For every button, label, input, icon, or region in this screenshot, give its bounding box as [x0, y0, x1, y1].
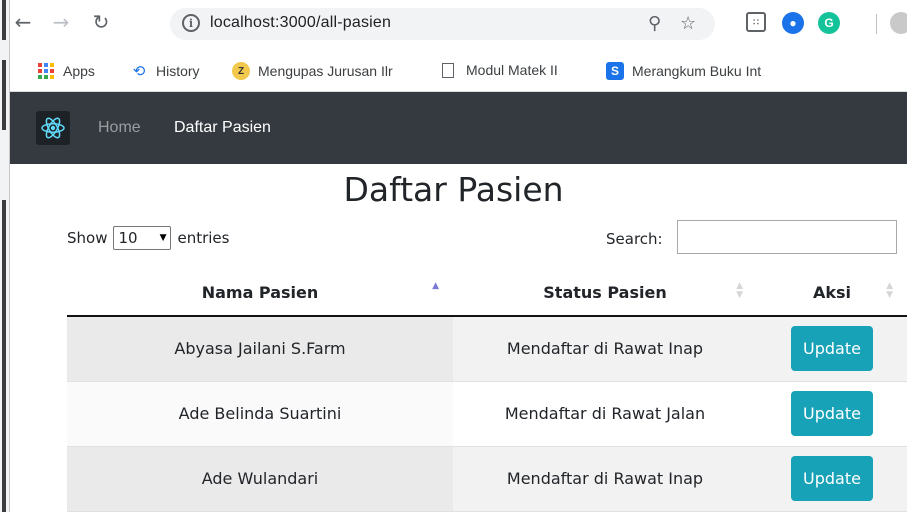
- bookmark-merangkum[interactable]: S Merangkum Buku Int: [606, 62, 806, 80]
- table-row: Ade Wulandari Mendaftar di Rawat Inap Up…: [67, 446, 907, 512]
- sort-both-icon: ▲ ▼: [736, 281, 743, 300]
- sort-asc-icon: ▲: [432, 281, 439, 291]
- extension-translate-icon[interactable]: ●: [782, 12, 804, 34]
- entries-label: entries: [177, 229, 230, 247]
- window-edge: [0, 0, 10, 512]
- browser-toolbar: ← → ↻ i localhost:3000/all-pasien ⚲ ☆ ∷ …: [10, 0, 907, 52]
- bookmark-label: Apps: [63, 63, 95, 79]
- column-header-nama-pasien[interactable]: Nama Pasien ▲: [67, 270, 453, 317]
- cell-aksi: Update: [757, 316, 907, 382]
- nav-link-home[interactable]: Home: [98, 119, 141, 137]
- update-button[interactable]: Update: [791, 326, 873, 372]
- app-navbar: Home Daftar Pasien: [10, 92, 907, 164]
- document-icon: [442, 62, 454, 78]
- show-label: Show: [67, 229, 108, 247]
- apps-grid-icon: [37, 62, 55, 80]
- reload-icon[interactable]: ↻: [90, 10, 112, 34]
- cell-status: Mendaftar di Rawat Jalan: [453, 381, 757, 447]
- grammarly-icon[interactable]: G: [818, 12, 840, 34]
- patient-table: Nama Pasien ▲ Status Pasien ▲ ▼ Aksi ▲ ▼ A…: [67, 270, 907, 512]
- forward-icon[interactable]: →: [50, 10, 72, 34]
- url-text[interactable]: localhost:3000/all-pasien: [210, 14, 391, 32]
- cell-status: Mendaftar di Rawat Inap: [453, 446, 757, 512]
- address-bar[interactable]: i localhost:3000/all-pasien ⚲ ☆: [170, 8, 715, 40]
- cell-nama: Ade Belinda Suartini: [67, 381, 453, 447]
- bookmark-label: Modul Matek II: [466, 62, 558, 78]
- cell-nama: Abyasa Jailani S.Farm: [67, 316, 453, 382]
- react-logo-icon[interactable]: [36, 111, 70, 145]
- site-info-icon[interactable]: i: [182, 14, 200, 32]
- dropdown-arrow-icon: ▼: [159, 233, 167, 243]
- column-header-aksi[interactable]: Aksi ▲ ▼: [757, 270, 907, 317]
- table-row: Ade Belinda Suartini Mendaftar di Rawat …: [67, 381, 907, 447]
- bookmark-label: History: [156, 63, 200, 79]
- update-button[interactable]: Update: [791, 456, 873, 501]
- entries-select[interactable]: 10 ▼: [113, 226, 172, 250]
- search-label: Search:: [606, 230, 663, 248]
- entries-value: 10: [118, 229, 138, 247]
- bookmark-label: Merangkum Buku Int: [632, 63, 762, 79]
- bookmarks-bar: Apps ⟲ History Z Mengupas Jurusan Ilr Mo…: [10, 52, 907, 92]
- table-header-row: Nama Pasien ▲ Status Pasien ▲ ▼ Aksi ▲ ▼: [67, 270, 907, 317]
- toolbar-separator: [876, 14, 877, 34]
- column-header-status-pasien[interactable]: Status Pasien ▲ ▼: [453, 270, 757, 317]
- sort-both-icon: ▲ ▼: [886, 281, 893, 300]
- zoom-icon[interactable]: ⚲: [648, 13, 661, 34]
- cell-aksi: Update: [757, 381, 907, 447]
- entries-length-control: Show 10 ▼ entries: [67, 226, 229, 250]
- cell-status: Mendaftar di Rawat Inap: [453, 316, 757, 382]
- page-title: Daftar Pasien: [343, 170, 564, 209]
- bookmark-apps[interactable]: Apps: [37, 62, 95, 80]
- cell-aksi: Update: [757, 446, 907, 512]
- bookmark-label: Mengupas Jurusan Ilr: [258, 63, 393, 79]
- nav-link-daftar-pasien[interactable]: Daftar Pasien: [174, 119, 271, 137]
- update-button[interactable]: Update: [791, 391, 873, 436]
- site-s-icon: S: [606, 62, 624, 80]
- bookmark-history[interactable]: ⟲ History: [130, 62, 200, 80]
- bookmark-mengupas[interactable]: Z Mengupas Jurusan Ilr: [232, 62, 432, 80]
- star-icon[interactable]: ☆: [680, 13, 696, 34]
- cell-nama: Ade Wulandari: [67, 446, 453, 512]
- bookmark-modul-matek[interactable]: Modul Matek II: [442, 62, 558, 78]
- search-input[interactable]: [677, 220, 897, 254]
- history-icon: ⟲: [132, 63, 146, 80]
- table-row: Abyasa Jailani S.Farm Mendaftar di Rawat…: [67, 316, 907, 382]
- extension-box-icon[interactable]: ∷: [746, 12, 766, 32]
- back-icon[interactable]: ←: [12, 10, 34, 34]
- profile-avatar-icon[interactable]: [890, 12, 907, 34]
- site-z-icon: Z: [232, 62, 250, 80]
